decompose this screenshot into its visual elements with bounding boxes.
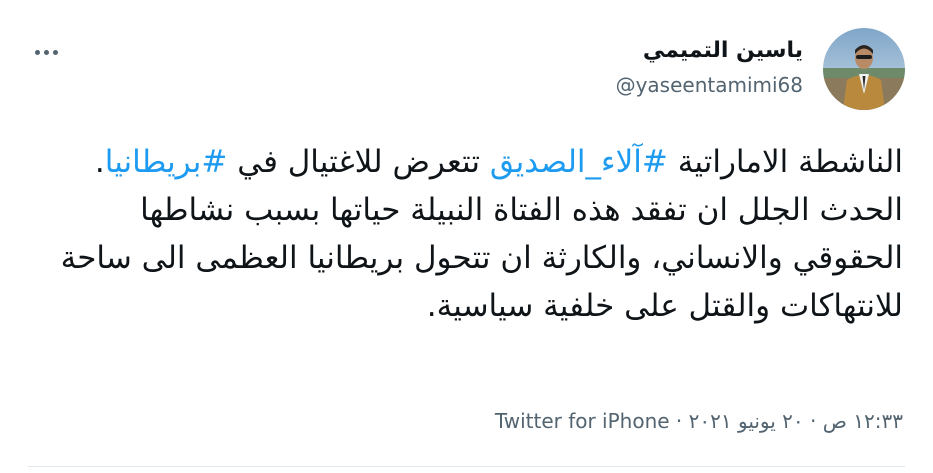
avatar[interactable] — [823, 28, 905, 110]
tweet-card: ياسين التميمي @yaseentamimi68 الناشطة ال… — [0, 0, 933, 473]
author-names: ياسين التميمي @yaseentamimi68 — [616, 38, 803, 98]
divider — [28, 466, 905, 467]
author-display-name[interactable]: ياسين التميمي — [616, 38, 803, 64]
meta-separator: · — [669, 409, 689, 433]
tweet-header: ياسين التميمي @yaseentamimi68 — [28, 28, 905, 112]
meta-separator: · — [803, 409, 823, 433]
hashtag-link[interactable]: #آلاء_الصديق — [490, 144, 668, 180]
tweet-text-segment: الناشطة الاماراتية — [667, 144, 903, 180]
more-horizontal-icon-dot — [52, 49, 58, 55]
more-options-button[interactable] — [28, 40, 64, 64]
more-horizontal-icon-dot — [43, 49, 49, 55]
tweet-source-link[interactable]: Twitter for iPhone — [495, 409, 670, 433]
hashtag-link[interactable]: #بريطانيا — [105, 144, 228, 180]
tweet-text: الناشطة الاماراتية #آلاء_الصديق تتعرض لل… — [37, 138, 903, 330]
tweet-metadata: ١٢:٣٣ ص · ٢٠ يونيو ٢٠٢١ · Twitter for iP… — [37, 406, 903, 436]
tweet-time[interactable]: ١٢:٣٣ ص — [823, 409, 903, 433]
tweet-date[interactable]: ٢٠ يونيو ٢٠٢١ — [689, 409, 804, 433]
avatar-image — [823, 28, 905, 110]
more-horizontal-icon-dot — [34, 49, 40, 55]
author-handle[interactable]: @yaseentamimi68 — [616, 72, 803, 98]
tweet-text-segment: تتعرض للاغتيال في — [227, 144, 490, 180]
